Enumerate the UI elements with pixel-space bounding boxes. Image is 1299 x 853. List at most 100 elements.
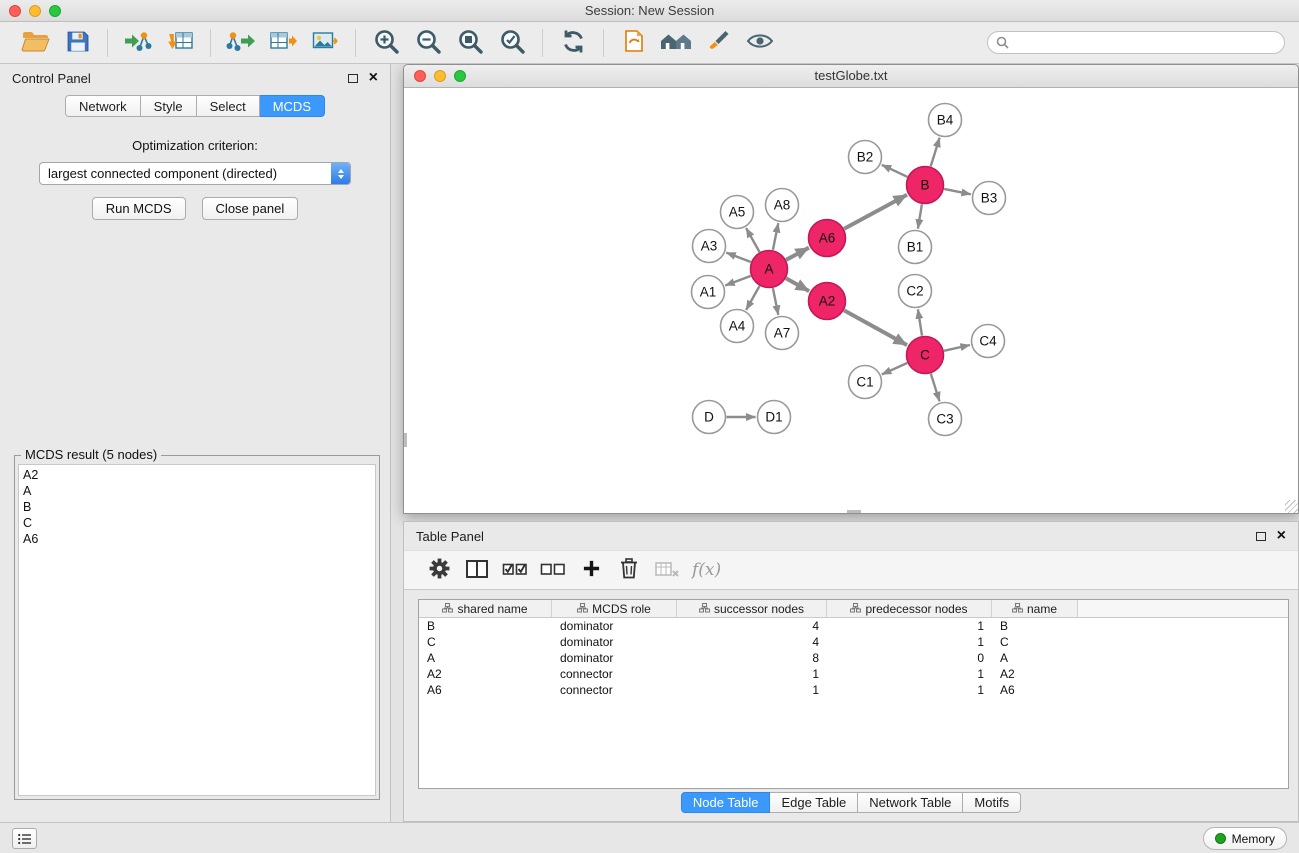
network-node-A7[interactable]: A7 — [766, 317, 799, 350]
import-table-button[interactable] — [161, 26, 199, 60]
search-input[interactable] — [1014, 35, 1276, 50]
window-titlebar[interactable]: Session: New Session — [0, 0, 1299, 22]
tab-edge-table[interactable]: Edge Table — [770, 792, 858, 813]
mcds-result-item[interactable]: A6 — [23, 531, 375, 547]
network-zoom-button[interactable] — [454, 70, 466, 82]
import-network-button[interactable] — [119, 26, 157, 60]
zoom-selected-button[interactable] — [493, 26, 531, 60]
network-edge-A-A2[interactable] — [786, 278, 809, 291]
network-edge-A-A3[interactable] — [726, 253, 751, 262]
network-minimize-button[interactable] — [434, 70, 446, 82]
table-cell[interactable]: 4 — [677, 618, 827, 634]
network-window-titlebar[interactable]: testGlobe.txt — [404, 65, 1298, 88]
resize-grip[interactable] — [1285, 500, 1298, 513]
table-row[interactable]: A6connector11A6 — [419, 682, 1288, 698]
table-cell[interactable]: 4 — [677, 634, 827, 650]
network-edge-B-B2[interactable] — [882, 165, 908, 177]
mcds-result-item[interactable]: B — [23, 499, 375, 515]
deselect-all-button[interactable] — [536, 554, 570, 586]
network-node-C[interactable]: C — [907, 337, 944, 374]
table-cell[interactable]: connector — [552, 682, 677, 698]
table-row[interactable]: Cdominator41C — [419, 634, 1288, 650]
optimization-criterion-dropdown[interactable]: largest connected component (directed) — [39, 162, 351, 185]
gear-button[interactable] — [422, 554, 456, 586]
network-edge-A-A6[interactable] — [786, 248, 809, 260]
brush-button[interactable] — [699, 26, 737, 60]
float-table-panel-icon[interactable] — [1256, 532, 1266, 541]
network-node-B[interactable]: B — [907, 167, 944, 204]
network-node-D[interactable]: D — [693, 401, 726, 434]
table-cell[interactable]: A2 — [992, 666, 1078, 682]
network-node-A3[interactable]: A3 — [693, 230, 726, 263]
network-close-button[interactable] — [414, 70, 426, 82]
vertical-scrollbar[interactable] — [404, 433, 407, 447]
tab-mcds[interactable]: MCDS — [260, 95, 325, 117]
trash-button[interactable] — [612, 554, 646, 586]
minimize-window-button[interactable] — [29, 5, 41, 17]
node-table[interactable]: shared nameMCDS rolesuccessor nodesprede… — [418, 599, 1289, 789]
column-header-name[interactable]: name — [992, 600, 1078, 617]
search-box[interactable] — [987, 31, 1285, 54]
function-builder-button[interactable]: f(x) — [692, 560, 721, 580]
tab-style[interactable]: Style — [141, 95, 197, 117]
export-network-button[interactable] — [222, 26, 260, 60]
eye-button[interactable] — [741, 26, 779, 60]
tab-network[interactable]: Network — [65, 95, 141, 117]
table-row[interactable]: A2connector11A2 — [419, 666, 1288, 682]
network-node-C4[interactable]: C4 — [972, 325, 1005, 358]
add-button[interactable] — [574, 554, 608, 586]
columns-button[interactable] — [460, 554, 494, 586]
network-graph[interactable]: B4B2BB3A5A8A6A3B1AA1C2A2A4A7C4CC1C3DD1 — [404, 88, 1298, 513]
network-edge-A-A8[interactable] — [773, 223, 778, 250]
network-edge-C-C1[interactable] — [882, 363, 907, 374]
network-node-B1[interactable]: B1 — [899, 231, 932, 264]
zoom-out-button[interactable] — [409, 26, 447, 60]
network-node-A4[interactable]: A4 — [721, 310, 754, 343]
network-node-C2[interactable]: C2 — [899, 275, 932, 308]
close-panel-icon[interactable]: × — [369, 71, 378, 85]
export-image-button[interactable] — [306, 26, 344, 60]
float-panel-icon[interactable] — [348, 74, 358, 83]
network-node-A6[interactable]: A6 — [809, 220, 846, 257]
close-panel-button[interactable]: Close panel — [202, 197, 299, 220]
column-header-MCDS-role[interactable]: MCDS role — [552, 600, 677, 617]
network-node-C1[interactable]: C1 — [849, 366, 882, 399]
mcds-result-item[interactable]: A — [23, 483, 375, 499]
network-node-B4[interactable]: B4 — [929, 104, 962, 137]
network-node-A5[interactable]: A5 — [721, 196, 754, 229]
delete-table-button[interactable] — [650, 554, 684, 586]
mcds-result-item[interactable]: C — [23, 515, 375, 531]
network-edge-A-A7[interactable] — [773, 288, 778, 315]
table-cell[interactable]: B — [419, 618, 552, 634]
table-cell[interactable]: dominator — [552, 618, 677, 634]
table-cell[interactable]: 1 — [827, 618, 992, 634]
table-cell[interactable]: C — [992, 634, 1078, 650]
network-node-B3[interactable]: B3 — [973, 182, 1006, 215]
network-edge-A2-C[interactable] — [844, 310, 907, 345]
network-node-A8[interactable]: A8 — [766, 189, 799, 222]
open-folder-button[interactable] — [16, 26, 54, 60]
table-cell[interactable]: 1 — [677, 682, 827, 698]
run-mcds-button[interactable]: Run MCDS — [92, 197, 186, 220]
zoom-window-button[interactable] — [49, 5, 61, 17]
network-edge-A6-B[interactable] — [844, 195, 907, 229]
select-all-button[interactable] — [498, 554, 532, 586]
table-cell[interactable]: 1 — [827, 666, 992, 682]
table-cell[interactable]: 1 — [677, 666, 827, 682]
copy-document-button[interactable] — [615, 26, 653, 60]
table-cell[interactable]: 1 — [827, 682, 992, 698]
network-node-A1[interactable]: A1 — [692, 276, 725, 309]
network-edge-C-C2[interactable] — [918, 309, 922, 335]
network-node-C3[interactable]: C3 — [929, 403, 962, 436]
table-cell[interactable]: C — [419, 634, 552, 650]
save-button[interactable] — [58, 26, 96, 60]
table-cell[interactable]: dominator — [552, 650, 677, 666]
network-node-B2[interactable]: B2 — [849, 141, 882, 174]
close-window-button[interactable] — [9, 5, 21, 17]
tab-motifs[interactable]: Motifs — [963, 792, 1021, 813]
tab-node-table[interactable]: Node Table — [681, 792, 771, 813]
horizontal-scrollbar[interactable] — [847, 510, 861, 513]
network-edge-B-B4[interactable] — [931, 138, 940, 167]
network-node-D1[interactable]: D1 — [758, 401, 791, 434]
dropdown-stepper-icon[interactable] — [331, 163, 350, 184]
